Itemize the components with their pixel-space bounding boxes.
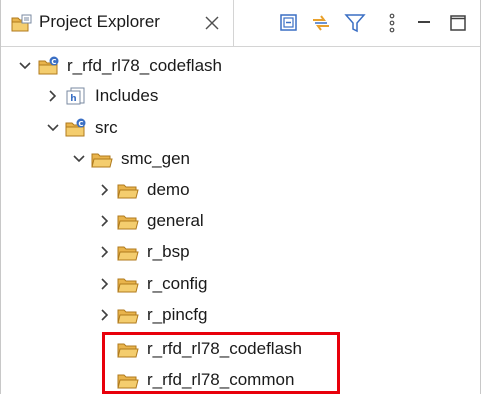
folder-icon: [117, 305, 139, 325]
maximize-icon[interactable]: [447, 12, 469, 34]
folder-icon: [117, 242, 139, 262]
tree-item-label: general: [147, 211, 204, 230]
folder-icon: [117, 211, 139, 231]
collapse-all-icon[interactable]: [278, 12, 300, 34]
chevron-right-icon[interactable]: [99, 245, 111, 259]
tree-item-label: demo: [147, 180, 190, 199]
svg-text:C: C: [51, 58, 56, 66]
link-with-editor-icon[interactable]: [310, 12, 332, 34]
chevron-right-icon[interactable]: [99, 308, 111, 322]
project-explorer-view: Project Explorer C r_rfd_rl78_codeflash …: [0, 0, 481, 394]
tree-item-label: src: [95, 118, 118, 137]
folder-open-icon: [91, 149, 113, 169]
folder-icon: [117, 339, 139, 359]
tree-item-label: smc_gen: [121, 149, 190, 168]
chevron-right-icon[interactable]: [99, 214, 111, 228]
chevron-down-icon[interactable]: [73, 152, 85, 166]
view-tab-bar: Project Explorer: [1, 0, 480, 47]
view-menu-icon[interactable]: [381, 12, 403, 34]
chevron-down-icon[interactable]: [19, 59, 31, 73]
tree-item-label: Includes: [95, 86, 159, 105]
chevron-down-icon[interactable]: [47, 121, 59, 135]
chevron-right-icon[interactable]: [99, 277, 111, 291]
chevron-right-icon[interactable]: [47, 89, 59, 103]
tree-item-label: r_bsp: [147, 242, 190, 261]
filter-icon[interactable]: [344, 12, 366, 34]
folder-icon: [117, 370, 139, 390]
chevron-right-icon[interactable]: [99, 183, 111, 197]
svg-text:h: h: [70, 94, 76, 104]
tree-item-label: r_rfd_rl78_codeflash: [147, 339, 302, 358]
includes-icon: h: [65, 86, 87, 106]
folder-icon: [117, 274, 139, 294]
minimize-icon[interactable]: [413, 12, 435, 34]
tree-item-label: r_pincfg: [147, 305, 208, 324]
tab-title: Project Explorer: [39, 12, 160, 31]
tree-item-label: r_rfd_rl78_common: [147, 370, 295, 389]
source-folder-icon: C: [65, 118, 87, 138]
svg-text:C: C: [78, 120, 83, 128]
project-folder-icon: C: [38, 56, 60, 76]
tab-project-explorer[interactable]: Project Explorer: [1, 0, 234, 46]
close-icon[interactable]: [204, 15, 220, 31]
tree-item-label: r_rfd_rl78_codeflash: [67, 56, 222, 75]
tree-item-label: r_config: [147, 274, 208, 293]
project-explorer-icon: [11, 14, 33, 39]
folder-icon: [117, 180, 139, 200]
